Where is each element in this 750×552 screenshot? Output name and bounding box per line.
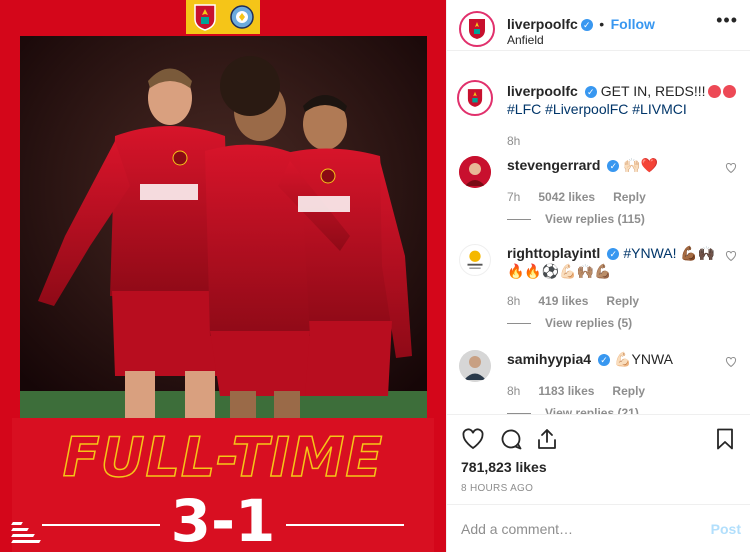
post-username[interactable]: liverpoolfc	[507, 16, 578, 32]
comment-likes[interactable]: 5042 likes	[538, 190, 595, 204]
like-heart-icon[interactable]	[461, 427, 485, 451]
comment-body: samihyypia4 ✓ 💪🏻YNWA	[507, 350, 719, 368]
final-score: 3-1	[170, 487, 276, 552]
caption-avatar[interactable]	[457, 80, 493, 116]
likes-count[interactable]: 781,823 likes	[461, 459, 547, 475]
score-divider-right	[286, 524, 404, 526]
red-circle-emoji	[707, 85, 721, 98]
post-side-panel: liverpoolfc ✓ • Follow Anfield ••• liverp…	[446, 0, 750, 552]
location-link[interactable]: Anfield	[507, 33, 544, 47]
post-actions: 781,823 likes 8 HOURS AGO	[447, 414, 750, 504]
comment-likes[interactable]: 1183 likes	[538, 384, 594, 398]
comment-bubble-icon[interactable]	[499, 427, 523, 451]
comments-list[interactable]: liverpoolfc ✓ GET IN, REDS!!! #LFC #Liverp…	[447, 52, 750, 414]
liverpool-crest-icon	[186, 0, 223, 34]
caption-text: GET IN, REDS!!!	[600, 83, 706, 99]
comment-username[interactable]: stevengerrard	[507, 157, 600, 173]
post-header: liverpoolfc ✓ • Follow Anfield •••	[447, 0, 750, 51]
add-comment-input[interactable]: Add a comment…	[461, 521, 573, 537]
caption-hashtags[interactable]: #LFC #LiverpoolFC #LIVMCI	[507, 101, 687, 117]
caption-time: 8h	[507, 134, 521, 148]
comment-avatar[interactable]	[459, 244, 491, 276]
result-panel: FULL-TIME 3-1	[11, 418, 434, 552]
comment-like-heart-icon[interactable]	[725, 356, 737, 368]
comment-likes[interactable]: 419 likes	[538, 294, 588, 308]
comment-meta: 7h 5042 likes Reply	[507, 190, 646, 204]
post-comment-button[interactable]: Post	[711, 521, 741, 537]
full-time-headline: FULL-TIME	[62, 425, 384, 490]
follow-button[interactable]: Follow	[611, 16, 655, 32]
comment-like-heart-icon[interactable]	[725, 162, 737, 174]
comment-text-emoji-line: 🔥🔥⚽️💪🏻🙌🏽💪🏽	[507, 263, 612, 279]
club-crests-bar	[186, 0, 260, 34]
comment-avatar[interactable]	[459, 156, 491, 188]
man-city-crest-icon	[223, 0, 260, 34]
comment-like-heart-icon[interactable]	[725, 250, 737, 262]
comment-body: righttoplayintl ✓ #YNWA! 💪🏾🙌🏿 🔥🔥⚽️💪🏻🙌🏽💪🏽	[507, 244, 719, 280]
verified-badge-icon: ✓	[584, 86, 597, 99]
save-bookmark-icon[interactable]	[713, 427, 737, 451]
add-comment-bar: Add a comment… Post	[447, 504, 750, 552]
reply-button[interactable]: Reply	[613, 190, 646, 204]
comment-meta: 8h 419 likes Reply	[507, 294, 640, 308]
comment-body: stevengerrard ✓ 🙌🏻❤️	[507, 156, 719, 174]
verified-badge-icon: ✓	[598, 354, 611, 367]
comment-text: #YNWA! 💪🏾🙌🏿	[623, 245, 716, 261]
verified-badge-icon: ✓	[580, 18, 593, 31]
comment-username[interactable]: samihyypia4	[507, 351, 591, 367]
post-timestamp[interactable]: 8 HOURS AGO	[461, 483, 533, 494]
reply-button[interactable]: Reply	[612, 384, 645, 398]
view-replies-button[interactable]: View replies (21)	[507, 406, 639, 414]
separator-dot: •	[599, 16, 605, 32]
comment-avatar[interactable]	[459, 350, 491, 382]
post-image[interactable]: FULL-TIME 3-1	[0, 0, 446, 552]
caption-body: liverpoolfc ✓ GET IN, REDS!!! #LFC #Liverp…	[507, 82, 745, 118]
share-upload-icon[interactable]	[535, 427, 559, 451]
verified-badge-icon: ✓	[607, 248, 620, 261]
comment-meta: 8h 1183 likes Reply	[507, 384, 646, 398]
red-circle-emoji	[722, 85, 736, 98]
more-options-icon[interactable]: •••	[716, 11, 738, 29]
verified-badge-icon: ✓	[607, 160, 620, 173]
players-celebration-photo	[20, 36, 427, 418]
reply-button[interactable]: Reply	[606, 294, 639, 308]
view-replies-button[interactable]: View replies (5)	[507, 316, 632, 330]
decorative-stripes	[11, 522, 42, 546]
profile-avatar[interactable]	[459, 11, 495, 47]
view-replies-button[interactable]: View replies (115)	[507, 212, 645, 226]
caption-username[interactable]: liverpoolfc	[507, 83, 578, 99]
comment-username[interactable]: righttoplayintl	[507, 245, 600, 261]
comment-text: 💪🏻YNWA	[614, 351, 673, 367]
header-account-line: liverpoolfc ✓ • Follow	[507, 16, 655, 34]
comment-text: 🙌🏻❤️	[623, 157, 659, 173]
